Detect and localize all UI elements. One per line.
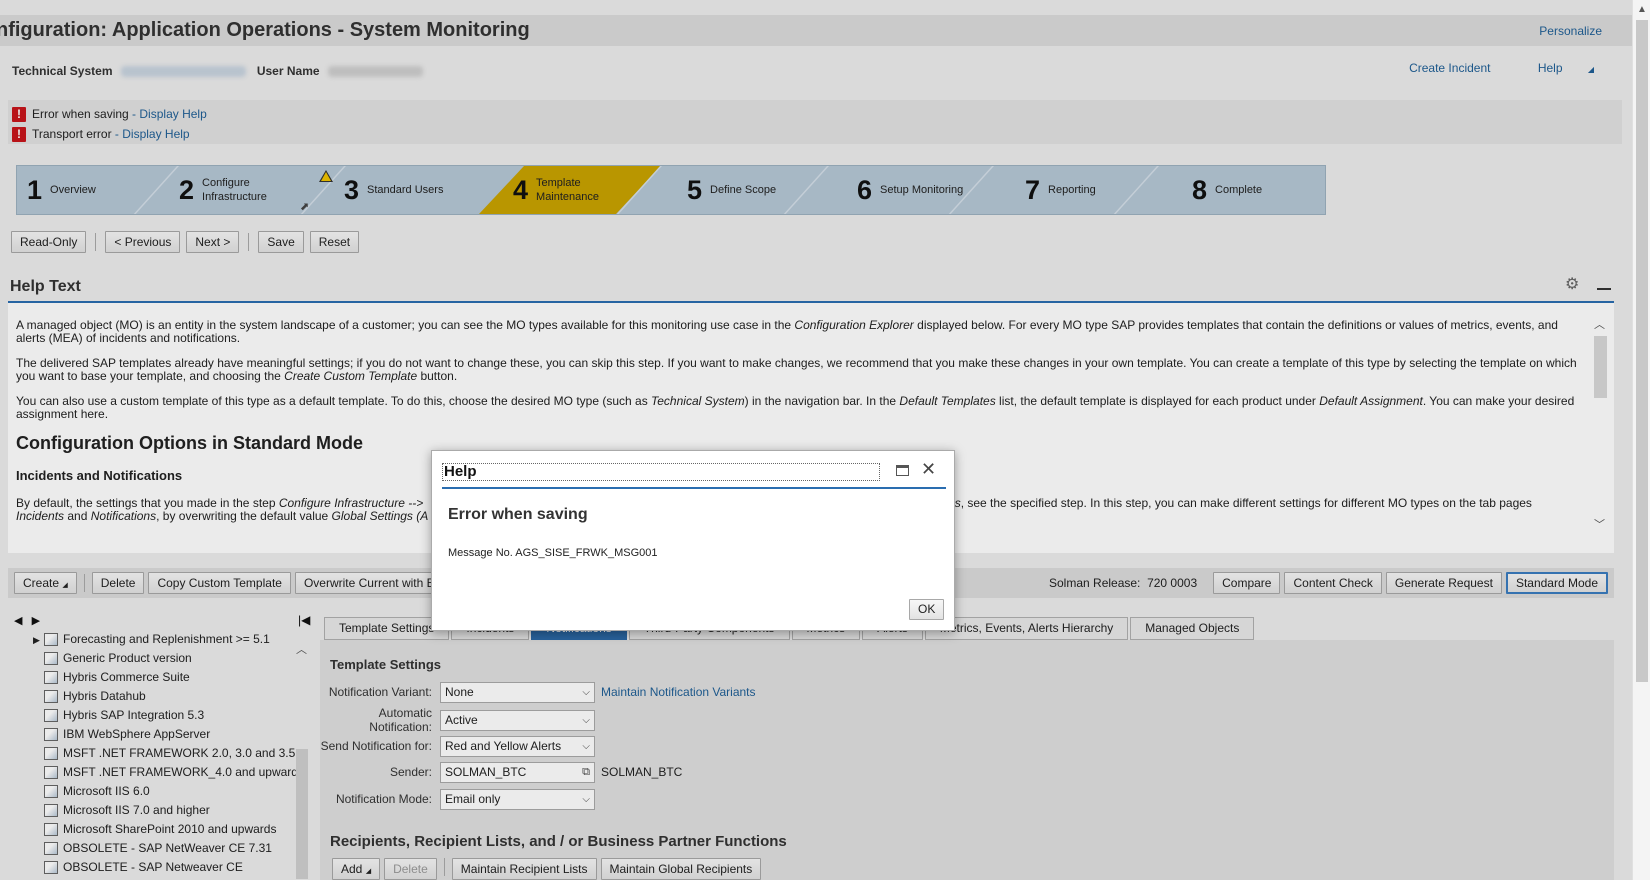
dialog-heading: Error when saving: [448, 506, 588, 523]
dialog-divider: [442, 487, 946, 489]
help-dialog: Help ✕ Error when saving Message No. AGS…: [431, 450, 955, 631]
close-icon[interactable]: ✕: [921, 460, 936, 478]
ok-button[interactable]: OK: [909, 599, 945, 620]
modal-overlay: [0, 0, 1632, 880]
dialog-message: Message No. AGS_SISE_FRWK_MSG001: [448, 547, 658, 559]
scroll-thumb[interactable]: [1636, 20, 1648, 682]
dialog-title: Help: [442, 463, 880, 481]
scroll-up-icon[interactable]: ▲: [1637, 4, 1647, 15]
page: nfiguration: Application Operations - Sy…: [0, 0, 1632, 880]
maximize-icon[interactable]: [896, 465, 909, 476]
page-scrollbar[interactable]: ▲: [1632, 0, 1650, 880]
